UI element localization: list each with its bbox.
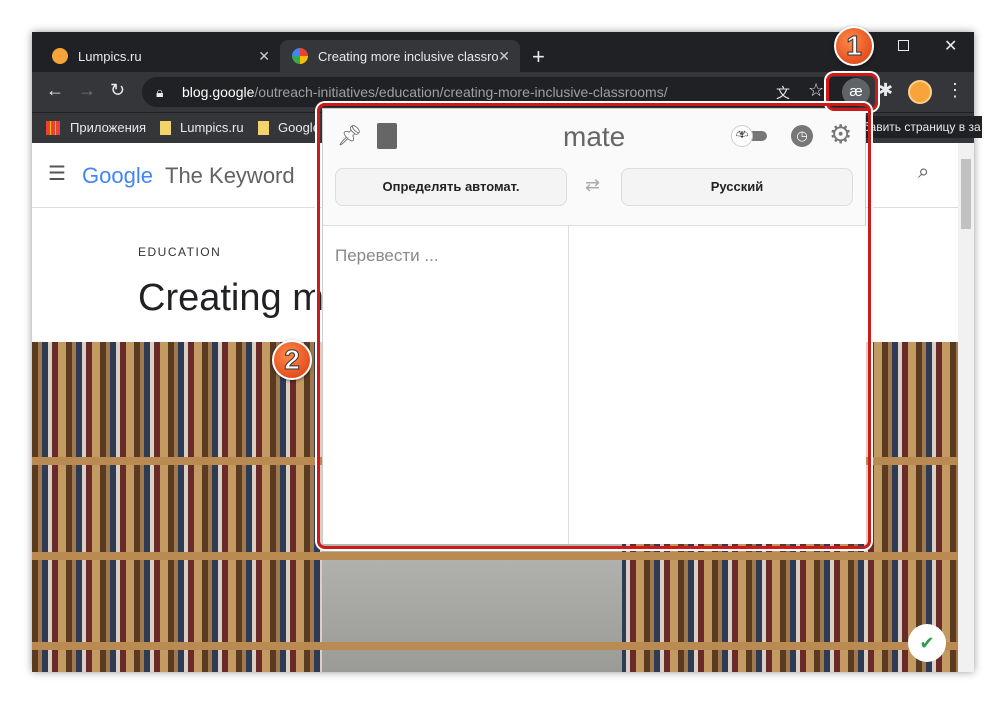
- menu-kebab-icon[interactable]: ⋮: [946, 80, 964, 101]
- bookmark-google[interactable]: Google: [278, 120, 320, 135]
- close-tab-icon[interactable]: ✕: [498, 48, 510, 65]
- orange-favicon-icon: [52, 48, 68, 64]
- profile-avatar[interactable]: [908, 80, 932, 104]
- lock-icon: 🔒︎: [156, 84, 164, 100]
- tab-lumpics[interactable]: Lumpics.ru ✕: [40, 40, 280, 72]
- forward-icon[interactable]: →: [78, 80, 96, 101]
- step-badge-2: 2: [272, 340, 312, 380]
- folder-icon: [258, 121, 269, 135]
- tab-label: Lumpics.ru: [78, 48, 142, 64]
- tab-bar: Lumpics.ru ✕ Creating more inclusive cla…: [32, 32, 974, 72]
- hamburger-menu-icon[interactable]: ☰: [48, 161, 66, 186]
- extensions-puzzle-icon[interactable]: ✱: [878, 80, 893, 101]
- google-favicon-icon: [292, 48, 308, 64]
- highlight-popup: [317, 103, 871, 549]
- page-scrollbar[interactable]: [958, 143, 974, 672]
- search-icon[interactable]: ⌕: [918, 161, 929, 184]
- google-logo[interactable]: Google: [82, 163, 153, 189]
- bookmark-apps[interactable]: Приложения: [70, 120, 146, 135]
- url-host: blog.google: [182, 84, 255, 100]
- tab-active[interactable]: Creating more inclusive classroor ✕: [280, 40, 520, 72]
- new-tab-button[interactable]: +: [532, 44, 545, 70]
- category-label: EDUCATION: [138, 245, 222, 259]
- translate-icon[interactable]: 文: [776, 83, 790, 103]
- site-name[interactable]: The Keyword: [165, 163, 295, 189]
- close-tab-icon[interactable]: ✕: [258, 48, 270, 65]
- folder-icon: [160, 121, 171, 135]
- back-icon[interactable]: ←: [46, 80, 64, 101]
- step-badge-1: 1: [834, 26, 874, 66]
- bookmark-lumpics[interactable]: Lumpics.ru: [180, 120, 244, 135]
- close-window-button[interactable]: ✕: [944, 36, 957, 56]
- tab-label: Creating more inclusive classroor: [318, 48, 498, 64]
- article-title: Creating m: [138, 277, 324, 319]
- reload-icon[interactable]: ↻: [110, 80, 125, 101]
- url-path: /outreach-initiatives/education/creating…: [254, 84, 668, 100]
- shield-check-icon[interactable]: ✔: [908, 624, 946, 662]
- star-icon[interactable]: ☆: [808, 80, 824, 101]
- apps-grid-icon: [46, 121, 60, 135]
- maximize-button[interactable]: [898, 40, 909, 51]
